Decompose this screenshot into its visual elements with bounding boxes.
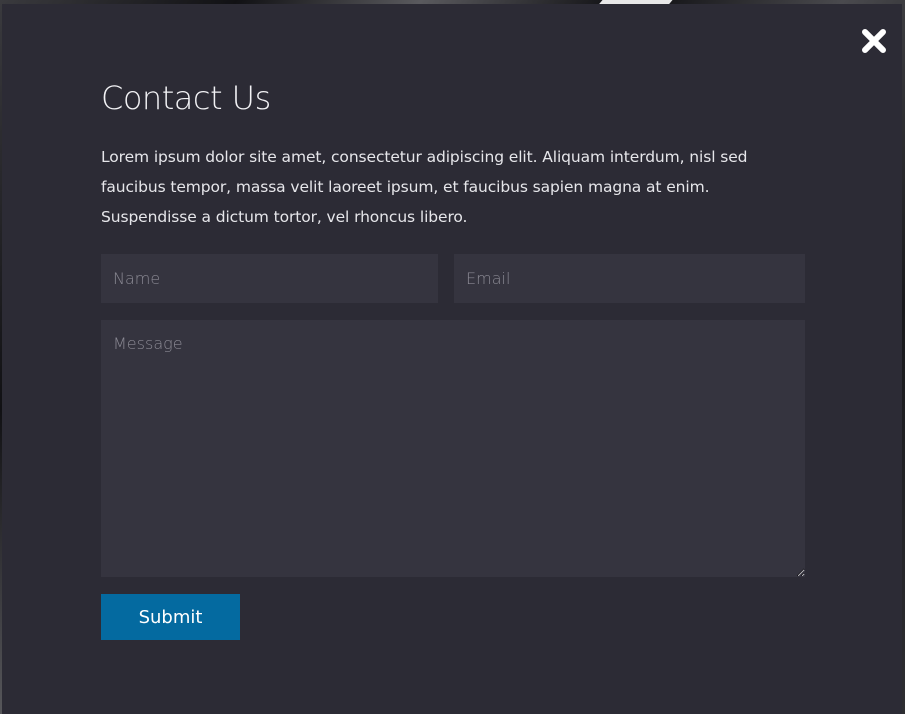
contact-form-container: Contact Us Lorem ipsum dolor site amet, …: [101, 76, 805, 640]
name-input[interactable]: [101, 254, 438, 303]
contact-modal: Contact Us Lorem ipsum dolor site amet, …: [2, 4, 902, 714]
close-button[interactable]: [858, 25, 890, 57]
close-icon: [862, 29, 886, 53]
modal-title: Contact Us: [101, 79, 271, 117]
message-textarea[interactable]: [101, 320, 805, 577]
submit-button[interactable]: Submit: [101, 594, 240, 640]
email-input[interactable]: [454, 254, 805, 303]
intro-text: Lorem ipsum dolor site amet, consectetur…: [101, 148, 748, 226]
